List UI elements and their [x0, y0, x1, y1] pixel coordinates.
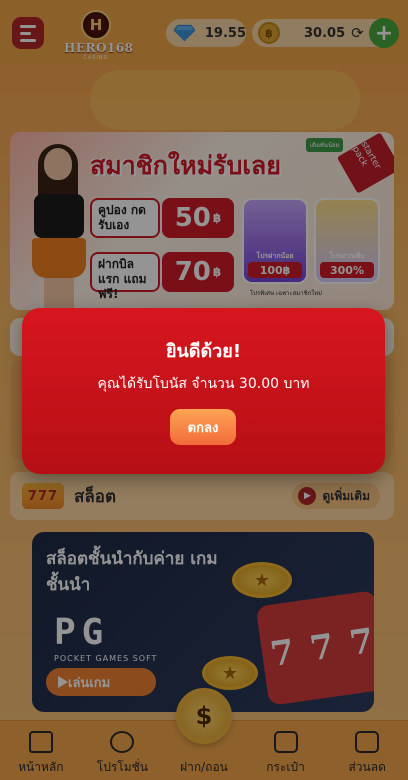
app-root: H HERO168 CASINO 19.55 ฿ 30.05 ⟳ + สมาชิ… [0, 0, 408, 780]
bonus-dialog: ยินดีด้วย! คุณได้รับโบนัส จำนวน 30.00 บา… [22, 308, 385, 474]
confirm-button[interactable]: ตกลง [170, 409, 236, 445]
dialog-message: คุณได้รับโบนัส จำนวน 30.00 บาท [97, 376, 310, 392]
dialog-title: ยินดีด้วย! [165, 341, 242, 362]
